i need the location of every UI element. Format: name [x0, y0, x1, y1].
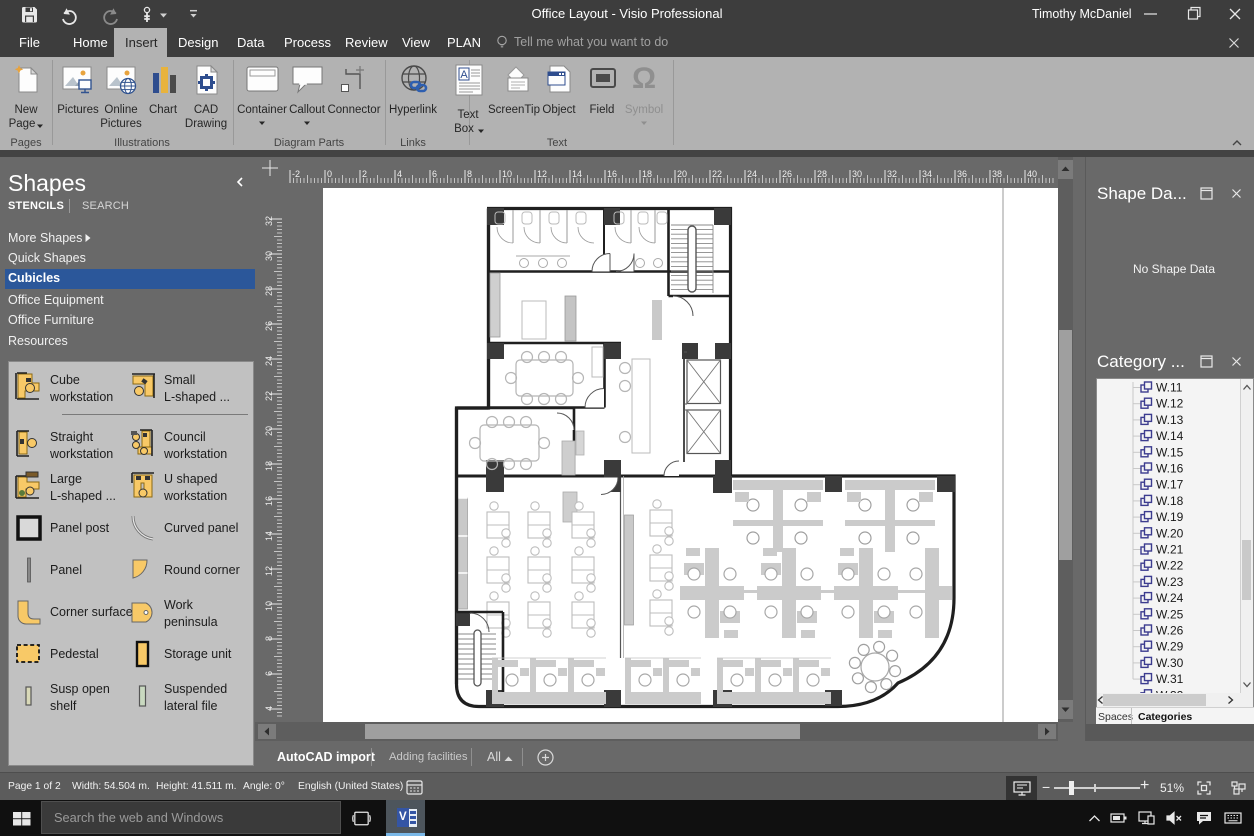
- svg-text:A: A: [460, 69, 468, 81]
